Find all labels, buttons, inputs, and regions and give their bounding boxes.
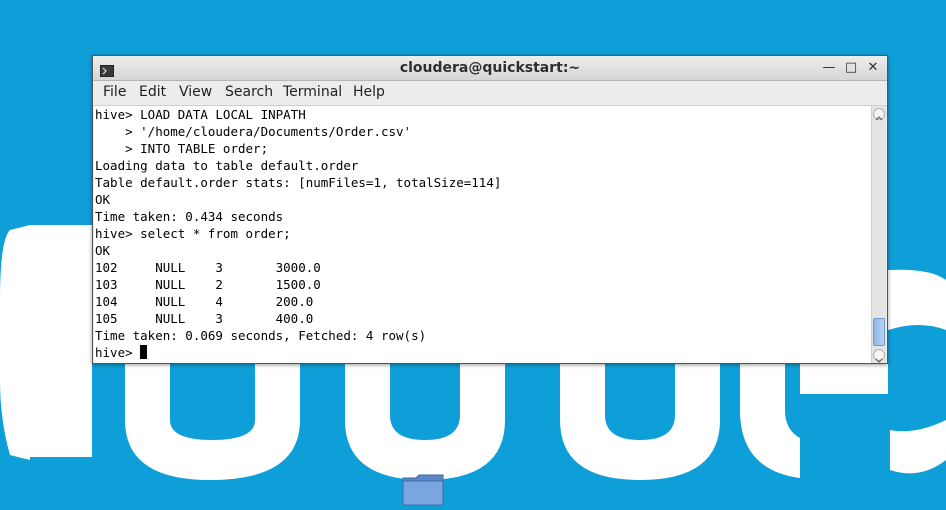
menu-terminal[interactable]: Terminal [283,84,342,100]
vertical-scrollbar[interactable] [871,106,886,363]
terminal-line: > INTO TABLE order; [95,141,269,156]
text-cursor [140,345,148,359]
menu-search[interactable]: Search [225,84,273,100]
menu-help[interactable]: Help [353,84,385,100]
terminal-line: OK [95,192,111,207]
terminal-prompt: hive> [95,345,141,360]
terminal-line: OK [95,243,111,258]
terminal-line: Time taken: 0.069 seconds, Fetched: 4 ro… [95,328,427,343]
terminal-line: Time taken: 0.434 seconds [95,209,284,224]
terminal-line: hive> select * from order; [95,226,291,241]
menubar: File Edit View Search Terminal Help [93,81,887,106]
terminal-text: hive> LOAD DATA LOCAL INPATH > '/home/cl… [94,106,872,361]
terminal-line: hive> LOAD DATA LOCAL INPATH [95,107,306,122]
terminal-line: 104 NULL 4 200.0 [95,294,314,309]
scrollbar-thumb[interactable] [873,318,885,346]
window-titlebar[interactable]: cloudera@quickstart:~ — □ ✕ [93,56,887,81]
terminal-line: 103 NULL 2 1500.0 [95,277,321,292]
menu-file[interactable]: File [103,84,126,100]
minimize-icon[interactable]: — [821,60,837,76]
menu-edit[interactable]: Edit [139,84,166,100]
terminal-line: Table default.order stats: [numFiles=1, … [95,175,502,190]
menu-view[interactable]: View [179,84,212,100]
close-icon[interactable]: ✕ [865,60,881,76]
terminal-line: > '/home/cloudera/Documents/Order.csv' [95,124,412,139]
window-title: cloudera@quickstart:~ [399,60,581,76]
scroll-up-icon[interactable] [873,108,885,121]
terminal-line: 105 NULL 3 400.0 [95,311,314,326]
terminal-output[interactable]: hive> LOAD DATA LOCAL INPATH > '/home/cl… [94,106,872,363]
terminal-window[interactable]: cloudera@quickstart:~ — □ ✕ File Edit Vi… [92,55,888,364]
scroll-down-icon[interactable] [873,349,885,363]
terminal-line: 102 NULL 3 3000.0 [95,260,321,275]
desktop-folder-icon[interactable] [402,474,444,506]
terminal-line: Loading data to table default.order [95,158,359,173]
maximize-icon[interactable]: □ [843,60,859,76]
